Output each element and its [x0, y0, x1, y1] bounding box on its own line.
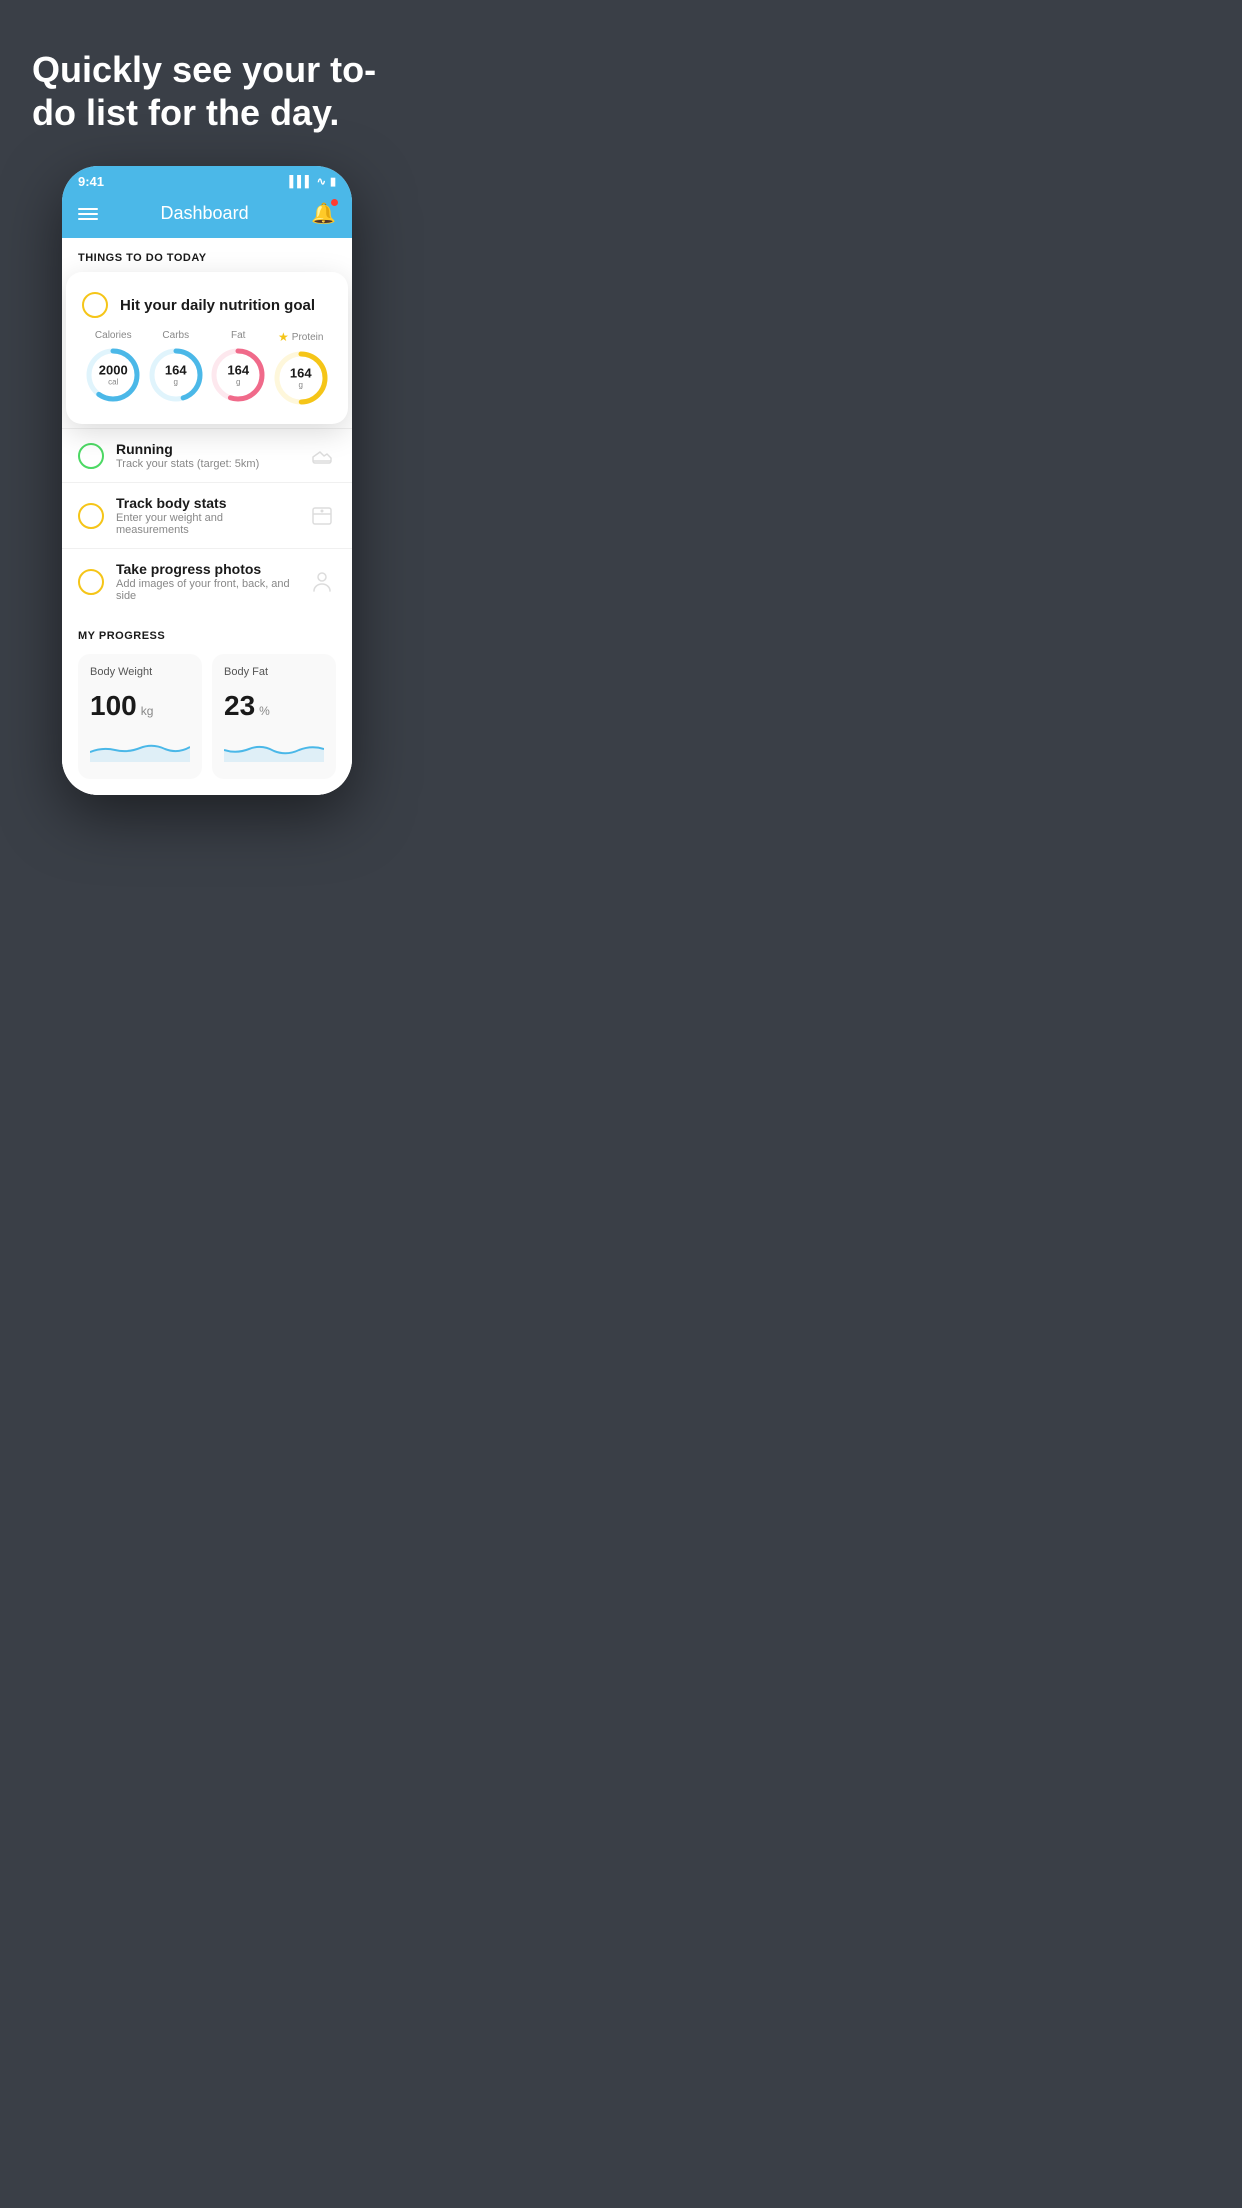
nutrition-title: Hit your daily nutrition goal: [120, 297, 315, 314]
nutrition-carbs: Carbs 164 g: [146, 330, 206, 408]
running-checkbox[interactable]: [78, 443, 104, 469]
menu-button[interactable]: [78, 208, 98, 220]
list-item[interactable]: Running Track your stats (target: 5km): [62, 428, 352, 482]
wifi-icon: ∿: [317, 175, 326, 188]
body-fat-card[interactable]: Body Fat 23 %: [212, 654, 336, 779]
main-content: THINGS TO DO TODAY Hit your daily nutrit…: [62, 238, 352, 795]
progress-header: MY PROGRESS: [78, 630, 336, 642]
status-icons: ▌▌▌ ∿ ▮: [289, 175, 336, 188]
nutrition-calories: Calories 2000 cal: [83, 330, 143, 408]
body-fat-unit: %: [259, 704, 270, 718]
nutrition-card-header: Hit your daily nutrition goal: [82, 292, 332, 318]
nutrition-metrics-row: Calories 2000 cal: [82, 330, 332, 408]
body-weight-value-row: 100 kg: [90, 690, 190, 722]
calories-donut: 2000 cal: [83, 345, 143, 405]
carbs-value: 164 g: [165, 364, 187, 387]
body-weight-value: 100: [90, 690, 137, 722]
hero-title: Quickly see your to-do list for the day.: [32, 48, 382, 134]
body-fat-value: 23: [224, 690, 255, 722]
nav-bar: Dashboard 🔔: [62, 193, 352, 238]
body-fat-value-row: 23 %: [224, 690, 324, 722]
status-time: 9:41: [78, 174, 104, 189]
fat-donut: 164 g: [208, 345, 268, 405]
nutrition-card: Hit your daily nutrition goal Calories: [66, 272, 348, 424]
photos-title: Take progress photos: [116, 561, 296, 577]
running-text: Running Track your stats (target: 5km): [116, 441, 296, 470]
scale-icon: [308, 502, 336, 530]
shoe-icon: [308, 442, 336, 470]
status-bar: 9:41 ▌▌▌ ∿ ▮: [62, 166, 352, 193]
battery-icon: ▮: [330, 175, 336, 188]
phone-wrapper: 9:41 ▌▌▌ ∿ ▮ Dashboard 🔔 THINGS TO DO: [0, 166, 414, 835]
person-icon: [308, 568, 336, 596]
calories-label: Calories: [95, 330, 132, 341]
hero-section: Quickly see your to-do list for the day.: [0, 0, 414, 166]
fat-value: 164 g: [227, 364, 249, 387]
protein-value: 164 g: [290, 367, 312, 390]
body-weight-label: Body Weight: [90, 666, 190, 678]
bodystats-subtitle: Enter your weight and measurements: [116, 512, 296, 536]
nutrition-checkbox[interactable]: [82, 292, 108, 318]
body-weight-card[interactable]: Body Weight 100 kg: [78, 654, 202, 779]
todo-list: Running Track your stats (target: 5km): [62, 404, 352, 614]
bell-button[interactable]: 🔔: [311, 201, 336, 226]
body-weight-chart: [90, 732, 190, 762]
list-item[interactable]: Take progress photos Add images of your …: [62, 548, 352, 614]
bodystats-text: Track body stats Enter your weight and m…: [116, 495, 296, 536]
bodystats-title: Track body stats: [116, 495, 296, 511]
carbs-donut: 164 g: [146, 345, 206, 405]
protein-star-icon: ★: [278, 330, 289, 344]
progress-cards: Body Weight 100 kg Body Fat: [78, 654, 336, 779]
fat-label: Fat: [231, 330, 245, 341]
running-title: Running: [116, 441, 296, 457]
calories-value: 2000 cal: [99, 364, 128, 387]
photos-checkbox[interactable]: [78, 569, 104, 595]
list-item[interactable]: Track body stats Enter your weight and m…: [62, 482, 352, 548]
nav-title: Dashboard: [161, 203, 249, 224]
photos-text: Take progress photos Add images of your …: [116, 561, 296, 602]
protein-label: ★ Protein: [278, 330, 323, 344]
body-weight-unit: kg: [141, 704, 154, 718]
carbs-label: Carbs: [162, 330, 189, 341]
body-fat-chart: [224, 732, 324, 762]
progress-section: MY PROGRESS Body Weight 100 kg: [62, 614, 352, 795]
photos-subtitle: Add images of your front, back, and side: [116, 578, 296, 602]
body-fat-label: Body Fat: [224, 666, 324, 678]
bell-notification-dot: [331, 199, 338, 206]
nutrition-fat: Fat 164 g: [208, 330, 268, 408]
things-section-header: THINGS TO DO TODAY: [62, 238, 352, 272]
phone-frame: 9:41 ▌▌▌ ∿ ▮ Dashboard 🔔 THINGS TO DO: [62, 166, 352, 795]
bodystats-checkbox[interactable]: [78, 503, 104, 529]
nutrition-protein: ★ Protein 164 g: [271, 330, 331, 408]
protein-donut: 164 g: [271, 348, 331, 408]
running-subtitle: Track your stats (target: 5km): [116, 458, 296, 470]
signal-icon: ▌▌▌: [289, 176, 312, 188]
